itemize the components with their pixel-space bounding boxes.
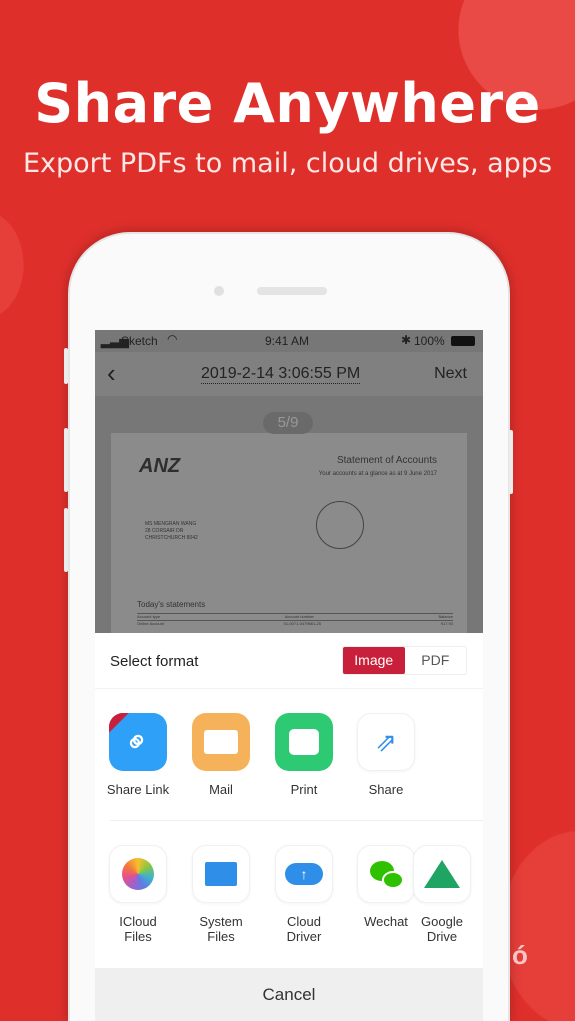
cell: Online Account bbox=[137, 621, 164, 626]
doc-section: Today's statements bbox=[137, 600, 206, 609]
photos-icon bbox=[109, 845, 167, 903]
side-button bbox=[64, 428, 68, 492]
system-files-button[interactable]: System Files bbox=[180, 845, 262, 944]
label: Files bbox=[207, 929, 235, 944]
label: System bbox=[199, 914, 243, 929]
label: Share Link bbox=[106, 782, 170, 797]
google-drive-button[interactable]: Google Drive bbox=[401, 845, 483, 944]
divider bbox=[95, 688, 483, 689]
page-indicator: 5/9 bbox=[263, 412, 313, 434]
label: Cloud bbox=[287, 914, 321, 929]
anz-logo: ANZ bbox=[139, 455, 181, 477]
status-bar: ▂▃▅ Sketch ◠ 9:41 AM ✱ 100% bbox=[95, 330, 483, 352]
doc-subheading: Your accounts at a glance as at 9 June 2… bbox=[318, 471, 437, 477]
decor-circle bbox=[0, 210, 25, 320]
address-line: MS MENGRAN WANG bbox=[145, 521, 197, 527]
share-link-button[interactable]: ⚭ Share Link bbox=[97, 713, 179, 797]
format-toggle: Image PDF bbox=[342, 646, 467, 675]
print-button[interactable]: Print bbox=[263, 713, 345, 797]
cancel-button[interactable]: Cancel bbox=[95, 968, 483, 1021]
cell: 917.93 bbox=[440, 621, 453, 626]
address-line: CHRISTCHURCH 8042 bbox=[145, 535, 198, 541]
nav-bar: ‹ 2019-2-14 3:06:55 PM Next bbox=[95, 352, 483, 396]
back-icon[interactable]: ‹ bbox=[107, 358, 116, 389]
cloud-upload-icon: ↑ bbox=[275, 845, 333, 903]
label: Driver bbox=[286, 929, 322, 944]
col: Account type bbox=[137, 614, 161, 619]
battery-level: 100% bbox=[414, 334, 445, 348]
time: 9:41 AM bbox=[265, 334, 310, 348]
decor-circle bbox=[500, 830, 575, 1021]
link-icon: ⚭ bbox=[109, 713, 167, 771]
watermark: ó bbox=[512, 940, 528, 970]
battery-icon bbox=[451, 336, 475, 346]
screen: ▂▃▅ Sketch ◠ 9:41 AM ✱ 100% ‹ 2019-2-14 … bbox=[95, 330, 483, 1021]
side-button bbox=[509, 430, 513, 494]
share-button[interactable]: ⇗ Share bbox=[345, 713, 427, 797]
wifi-icon: ◠ bbox=[167, 332, 178, 346]
mail-icon bbox=[192, 713, 250, 771]
share-sheet: Select format Image PDF ⚭ Share Link Mai… bbox=[95, 633, 483, 1021]
carrier: Sketch bbox=[121, 334, 158, 348]
label: Drive bbox=[426, 929, 458, 944]
stamp bbox=[316, 501, 364, 549]
label: Mail bbox=[209, 782, 233, 797]
folder-icon bbox=[192, 845, 250, 903]
label: ICloud bbox=[119, 914, 157, 929]
hero-title: Share Anywhere bbox=[34, 72, 541, 135]
camera bbox=[214, 286, 224, 296]
label: Files bbox=[124, 929, 152, 944]
address-line: 28 CORSAIR DR bbox=[145, 528, 184, 534]
dimmed-background: ▂▃▅ Sketch ◠ 9:41 AM ✱ 100% ‹ 2019-2-14 … bbox=[95, 330, 483, 643]
label: Google bbox=[421, 914, 463, 929]
mail-button[interactable]: Mail bbox=[180, 713, 262, 797]
bluetooth-icon: ✱ bbox=[401, 333, 412, 347]
col: Balance bbox=[438, 614, 453, 619]
label: Share bbox=[368, 782, 404, 797]
hero-subtitle: Export PDFs to mail, cloud drives, apps bbox=[22, 148, 553, 179]
speaker bbox=[257, 287, 327, 295]
icloud-files-button[interactable]: ICloud Files bbox=[97, 845, 179, 944]
nav-title[interactable]: 2019-2-14 3:06:55 PM bbox=[201, 365, 361, 384]
side-button bbox=[64, 508, 68, 572]
cloud-driver-button[interactable]: ↑ Cloud Driver bbox=[263, 845, 345, 944]
next-button[interactable]: Next bbox=[434, 365, 467, 383]
share-icon: ⇗ bbox=[357, 713, 415, 771]
printer-icon bbox=[275, 713, 333, 771]
format-image[interactable]: Image bbox=[343, 647, 405, 674]
side-button bbox=[64, 348, 68, 384]
label: Print bbox=[290, 782, 318, 797]
divider bbox=[110, 820, 483, 821]
cell: 01-0071-0479661-25 bbox=[283, 621, 322, 626]
doc-heading: Statement of Accounts bbox=[336, 455, 437, 466]
google-drive-icon bbox=[413, 845, 471, 903]
format-pdf[interactable]: PDF bbox=[405, 647, 467, 674]
document-preview: ANZ Statement of Accounts Your accounts … bbox=[111, 433, 467, 643]
select-format-label: Select format bbox=[110, 653, 199, 670]
col: Account number bbox=[284, 614, 314, 619]
